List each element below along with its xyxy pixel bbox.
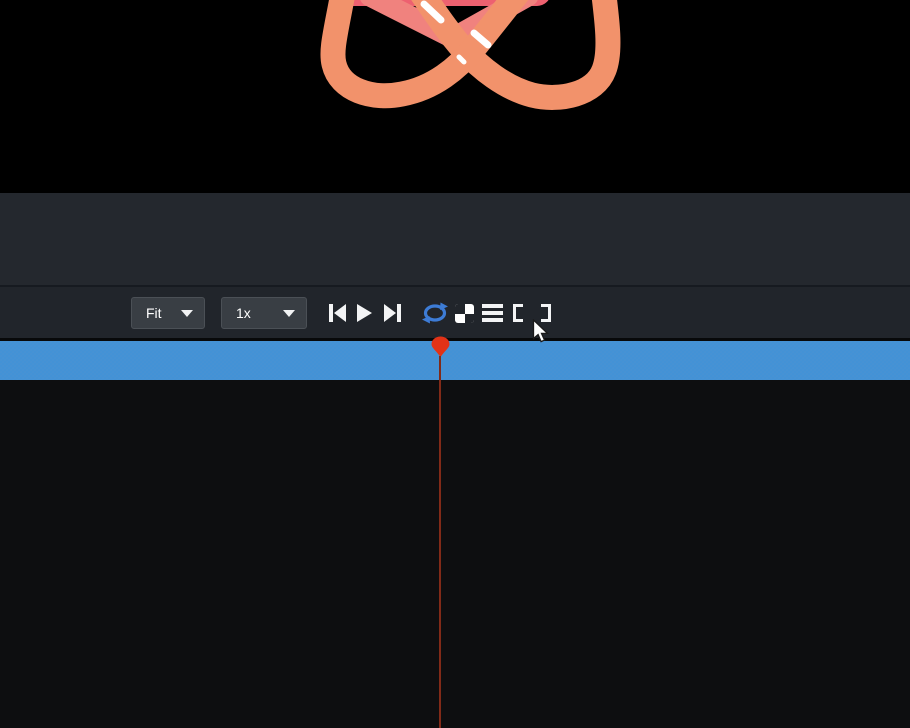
zoom-fit-value: Fit bbox=[146, 305, 162, 321]
playback-speed-select[interactable]: 1x bbox=[221, 297, 307, 329]
mouse-cursor bbox=[532, 319, 550, 345]
player-toolbar: Fit 1x bbox=[0, 285, 910, 338]
skip-to-end-button[interactable] bbox=[383, 303, 402, 323]
play-button[interactable] bbox=[355, 303, 373, 323]
loop-icon bbox=[422, 302, 448, 324]
background-checker-icon bbox=[455, 304, 474, 323]
playback-speed-value: 1x bbox=[236, 305, 251, 321]
skip-to-start-button[interactable] bbox=[328, 303, 347, 323]
pretzel-animation-graphic bbox=[0, 0, 910, 193]
loop-toggle-button[interactable] bbox=[422, 302, 448, 324]
skip-to-start-icon bbox=[328, 303, 347, 323]
panel-spacer bbox=[0, 193, 910, 285]
animation-player-window: Fit 1x bbox=[0, 0, 910, 728]
timeline-track[interactable] bbox=[0, 341, 910, 380]
frame-list-button[interactable] bbox=[482, 304, 503, 322]
timeline-body bbox=[0, 380, 910, 728]
bracket-in-button[interactable] bbox=[513, 304, 523, 322]
zoom-fit-select[interactable]: Fit bbox=[131, 297, 205, 329]
play-icon bbox=[355, 303, 373, 323]
mouse-cursor-icon bbox=[532, 319, 550, 345]
chevron-down-icon bbox=[283, 310, 295, 317]
playhead-line bbox=[439, 356, 441, 728]
hamburger-icon bbox=[482, 304, 503, 322]
chevron-down-icon bbox=[181, 310, 193, 317]
playhead-marker[interactable] bbox=[431, 336, 450, 357]
background-toggle-button[interactable] bbox=[455, 304, 474, 323]
playhead-icon bbox=[431, 336, 450, 357]
animation-preview-stage bbox=[0, 0, 910, 193]
highlight-streak-3 bbox=[459, 57, 464, 62]
skip-to-end-icon bbox=[383, 303, 402, 323]
bracket-in-icon bbox=[513, 304, 523, 322]
